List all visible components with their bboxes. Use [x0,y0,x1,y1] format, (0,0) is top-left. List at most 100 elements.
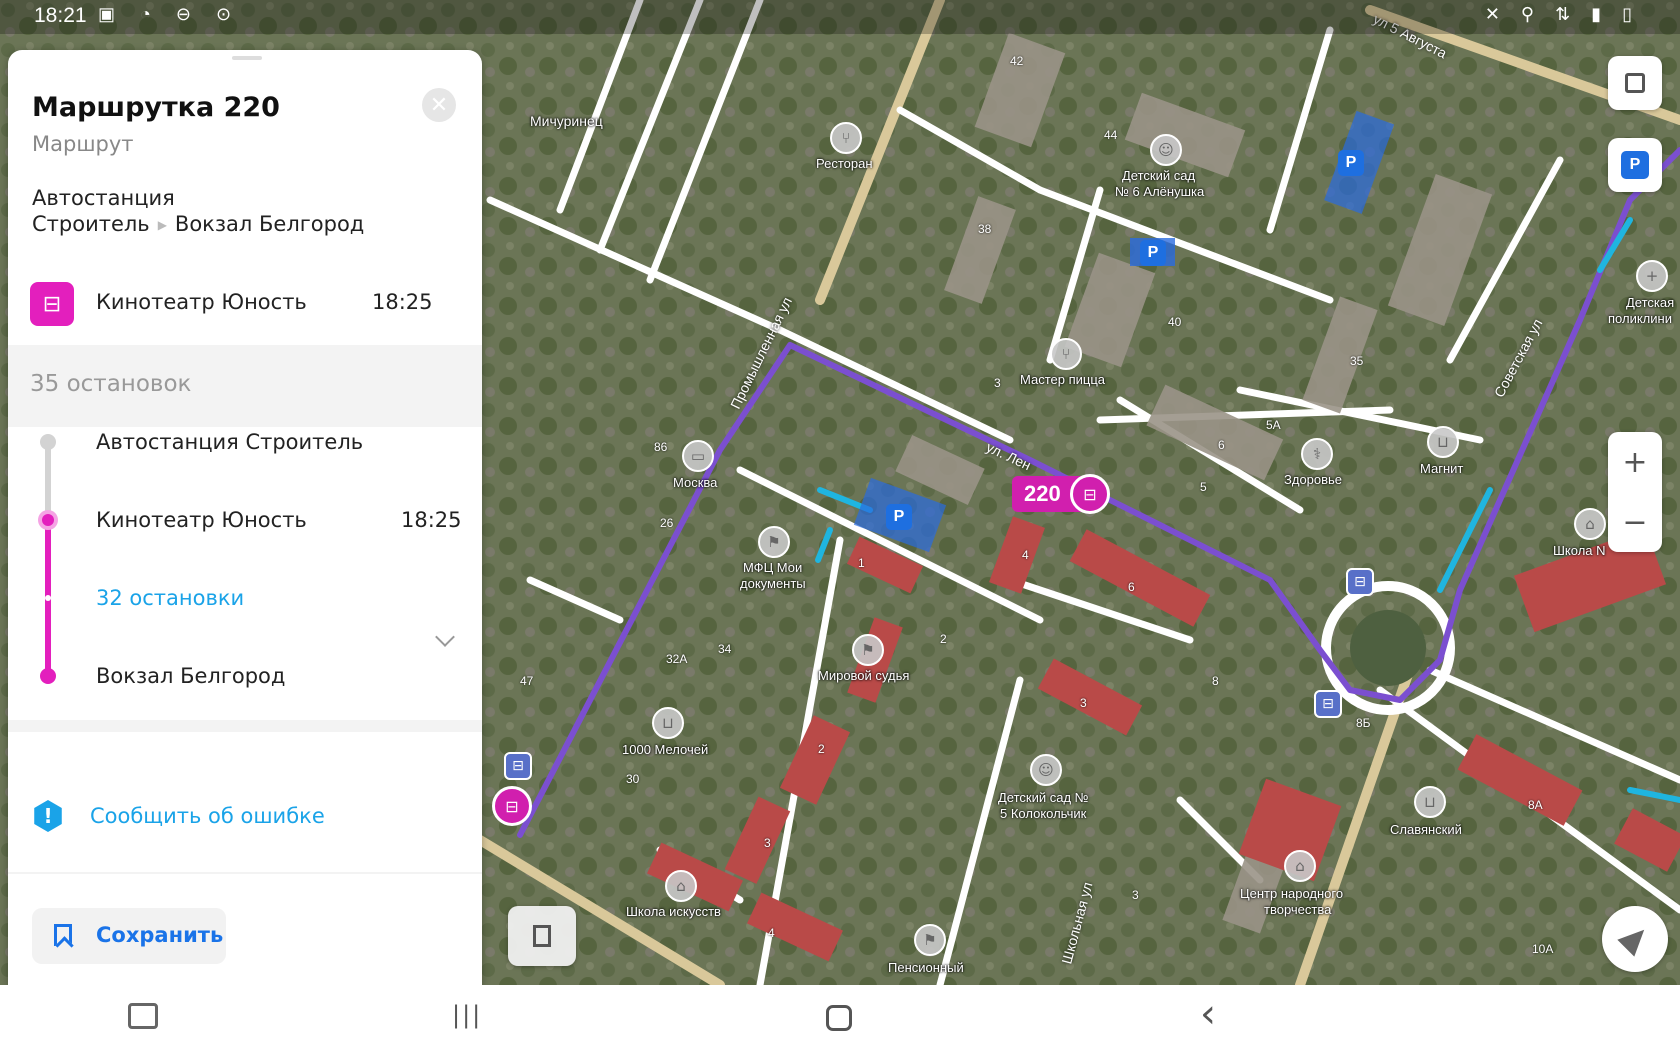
parking-icon[interactable]: P [886,504,912,530]
layers-button[interactable] [1608,56,1662,110]
house-number: 5 [1200,480,1207,494]
layers-icon [1625,73,1645,93]
house-number: 4 [1022,548,1029,562]
poi-label: Мировой судья [818,668,910,683]
poi-label: Центр народного [1240,886,1344,901]
close-button[interactable]: ✕ [422,88,456,122]
navigation-arrow-icon [1617,921,1653,957]
house-number: 35 [1350,354,1364,368]
government-icon[interactable]: ⚑ [758,526,790,558]
museum-icon[interactable]: ⌂ [1284,850,1316,882]
pharmacy-icon[interactable]: ⚕ [1301,438,1333,470]
expand-stops-link[interactable]: 32 остановки [96,586,244,610]
alert-icon: ! [34,800,62,832]
poi-label: документы [740,576,806,591]
house-number: 6 [1218,438,1225,452]
zoom-out-button[interactable]: − [1608,492,1662,552]
restaurant-icon[interactable]: ⑂ [1050,338,1082,370]
route-to: Вокзал Белгород [174,212,365,236]
house-number: 1 [858,556,865,570]
zoom-in-button[interactable]: + [1608,432,1662,492]
bus-stop-icon[interactable]: ⊟ [504,752,532,780]
shop-icon[interactable]: ⊔ [1414,786,1446,818]
poi-label: Детская [1626,295,1675,310]
shop-icon[interactable]: ⊔ [652,707,684,739]
route-panel: Маршрутка 220 Маршрут ✕ Автостанция Стро… [8,50,482,985]
parking-icon[interactable]: P [1338,150,1364,176]
poi-label: Мастер пицца [1020,372,1106,387]
parking-icon[interactable]: P [1140,240,1166,266]
cinema-icon[interactable]: ▭ [682,440,714,472]
my-location-button[interactable] [1602,906,1668,972]
house-number: 40 [1168,315,1182,329]
bus-stop-icon[interactable]: ⊟ [1314,690,1342,718]
house-number: 3 [1080,696,1087,710]
poi-label: 5 Колокольчик [1000,806,1087,821]
house-number: 44 [1104,128,1118,142]
poi-label: Пенсионный [888,960,964,975]
route-number: 220 [1024,481,1061,506]
poi-label: поликлини [1608,311,1672,326]
next-stop-time: 18:25 [372,290,433,314]
house-number: 34 [718,642,732,656]
government-icon[interactable]: ⚑ [914,924,946,956]
house-number: 38 [978,222,992,236]
timeline-stop[interactable]: Вокзал Белгород [96,664,285,688]
poi-label: № 6 Алёнушка [1115,184,1205,199]
recent-apps-button[interactable]: ||| [452,1001,482,1029]
house-number: 86 [654,440,668,454]
poi-label: Славянский [1390,822,1462,837]
bus-stop-icon[interactable]: ⊟ [492,786,532,826]
bookmarks-button[interactable] [508,906,576,966]
bus-stop-icon[interactable]: ⊟ [1346,568,1374,596]
bookmark-icon [54,924,72,946]
report-error-link[interactable]: Сообщить об ошибке [90,804,325,828]
status-system-icons: ✕ ⚲ ⇅ ▮ ▯ [1484,4,1640,24]
house-number: 8А [1528,798,1543,812]
government-icon[interactable]: ⚑ [852,634,884,666]
house-number: 8Б [1356,716,1371,730]
close-icon: ✕ [429,92,449,118]
poi-label: Детский сад [1122,168,1196,183]
next-stop-name[interactable]: Кинотеатр Юность [96,290,307,314]
poi-label: Здоровье [1284,472,1343,487]
school-icon[interactable]: ⌂ [665,870,697,902]
house-number: 42 [1010,54,1024,68]
back-button[interactable]: ‹ [1200,991,1216,1037]
bookmarks-icon [533,925,551,947]
house-number: 30 [626,772,640,786]
house-number: 3 [994,376,1001,390]
house-number: 26 [660,516,674,530]
hospital-icon[interactable]: + [1636,260,1668,292]
shop-icon[interactable]: ⊔ [1427,426,1459,458]
divider [8,720,482,732]
poi-label: Москва [673,475,718,490]
poi-label: Школа N [1553,543,1606,558]
kindergarten-icon[interactable]: ☺ [1030,754,1062,786]
restaurant-icon[interactable]: ⑂ [830,122,862,154]
house-number: 2 [818,742,825,756]
screenshot-icon[interactable] [128,1003,158,1029]
route-timeline [38,434,58,684]
system-nav-bar: ||| ‹ [0,985,1680,1055]
timeline-stop[interactable]: Кинотеатр Юность [96,508,307,532]
poi-label: МФЦ Мои [743,560,803,575]
chevron-down-icon[interactable] [435,627,455,647]
house-number: 3 [764,836,771,850]
home-button[interactable] [826,1005,852,1031]
kindergarten-icon[interactable]: ☺ [1150,134,1182,166]
status-notification-icons: ▣ ◔ ⊖ ⊙ [98,4,242,24]
house-number: 8 [1212,674,1219,688]
bus-icon[interactable]: ⊟ [1070,474,1110,514]
parking-toggle-button[interactable]: P [1608,138,1662,192]
drag-handle[interactable] [232,56,262,60]
school-icon[interactable]: ⌂ [1574,508,1606,540]
poi-label: Магнит [1420,461,1464,476]
arrow-right-icon: ▶ [157,218,167,232]
poi-label: 1000 Мелочей [622,742,709,757]
zoom-controls: + − [1608,432,1662,552]
save-button[interactable]: Сохранить [32,908,226,964]
timeline-stop[interactable]: Автостанция Строитель [96,430,363,454]
house-number: 47 [520,674,534,688]
status-time: 18:21 [34,4,87,27]
